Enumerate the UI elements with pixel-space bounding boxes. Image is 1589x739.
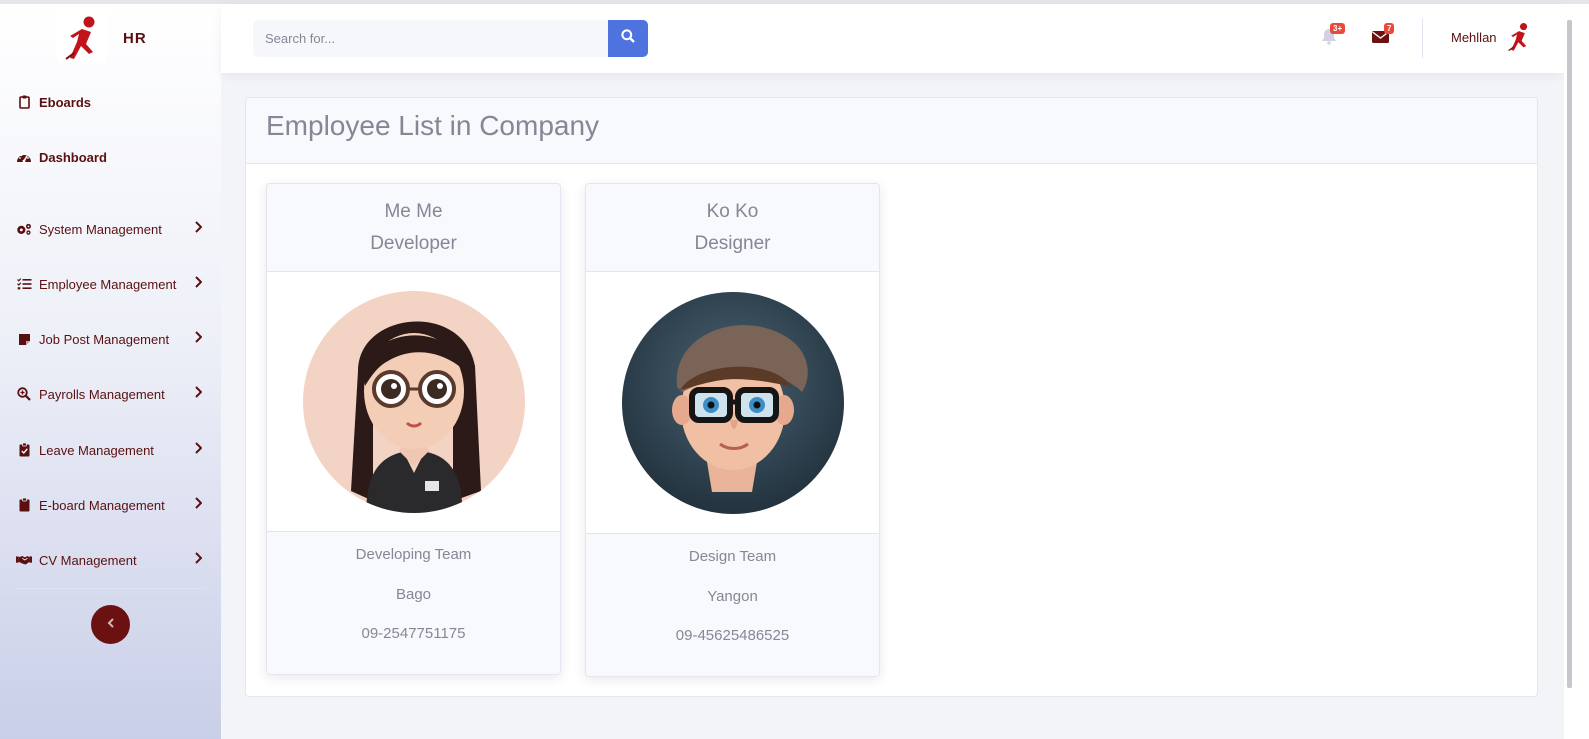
card-footer: Design Team Yangon 09-45625486525	[586, 534, 879, 676]
sidebar-item-eboards[interactable]: Eboards	[16, 91, 206, 113]
search-form	[253, 20, 648, 57]
chevron-right-icon	[194, 221, 203, 236]
chevron-right-icon	[194, 497, 203, 512]
chevron-right-icon	[194, 331, 203, 346]
handshake-icon	[16, 552, 32, 568]
chevron-right-icon	[194, 276, 203, 291]
card-image-area	[267, 272, 560, 532]
card-header: Ko Ko Designer	[586, 184, 879, 272]
sidebar-item-label: E-board Management	[39, 497, 165, 513]
sticky-note-icon	[16, 331, 32, 347]
employee-card[interactable]: Me Me Developer Developing Team Bago 09-…	[266, 183, 561, 675]
sidebar-item-label: Leave Management	[39, 442, 154, 458]
employee-location: Yangon	[707, 587, 758, 605]
sidebar-item-cv-management[interactable]: CV Management	[16, 549, 206, 571]
sidebar-item-label: Employee Management	[39, 276, 177, 292]
employee-team: Design Team	[688, 548, 777, 565]
card-header: Me Me Developer	[267, 184, 560, 272]
sidebar-item-eboard-management[interactable]: E-board Management	[16, 494, 206, 516]
brand-logo	[57, 13, 107, 63]
sidebar-item-label: Dashboard	[39, 149, 107, 165]
employee-phone: 09-2547751175	[361, 625, 466, 642]
chevron-right-icon	[194, 386, 203, 401]
sidebar-item-system-management[interactable]: System Management	[16, 218, 206, 240]
tasks-icon	[16, 276, 32, 292]
scrollbar-thumb[interactable]	[1567, 20, 1572, 688]
clipboard-solid-icon	[16, 497, 32, 513]
employee-team: Developing Team	[355, 546, 472, 563]
clipboard-icon	[16, 94, 32, 110]
employee-name: Ko Ko	[706, 201, 759, 222]
card-image-area	[586, 272, 879, 534]
runner-avatar-icon	[1508, 23, 1528, 52]
topbar: 3+ 7 Mehllan	[221, 4, 1564, 73]
card-footer: Developing Team Bago 09-2547751175	[267, 532, 560, 674]
employee-avatar	[302, 290, 525, 513]
sidebar-toggle-button[interactable]	[91, 605, 130, 644]
brand-title: HR	[123, 29, 147, 47]
search-input[interactable]	[253, 20, 608, 57]
user-name[interactable]: Mehllan	[1451, 30, 1497, 45]
search-button[interactable]	[608, 20, 648, 57]
messages-button[interactable]: 7	[1372, 23, 1395, 48]
page-title: Employee List in Company	[266, 110, 600, 141]
sidebar-item-label: Eboards	[39, 94, 92, 110]
sidebar-divider	[16, 588, 206, 589]
chevron-left-icon	[107, 616, 115, 634]
user-avatar[interactable]	[1506, 22, 1532, 52]
employee-list-panel: Employee List in Company Me Me Developer	[245, 97, 1538, 697]
search-icon	[621, 29, 635, 48]
tachometer-icon	[16, 149, 32, 165]
sidebar-item-label: System Management	[39, 221, 162, 237]
sidebar-item-employee-management[interactable]: Employee Management	[16, 273, 206, 295]
sidebar-item-label: CV Management	[39, 552, 137, 568]
sidebar-item-job-post-management[interactable]: Job Post Management	[16, 328, 206, 350]
employee-location: Bago	[395, 585, 432, 603]
employee-avatar	[621, 291, 844, 514]
sidebar-item-label: Job Post Management	[39, 331, 170, 347]
girl-avatar-icon	[302, 290, 525, 513]
employee-position: Designer	[694, 233, 771, 254]
boy-avatar-icon	[621, 291, 844, 514]
chevron-right-icon	[194, 552, 203, 567]
employee-card[interactable]: Ko Ko Designer Design Team Yangon 09-456…	[585, 183, 880, 677]
panel-header: Employee List in Company	[246, 98, 1537, 164]
cogs-icon	[16, 221, 32, 237]
sidebar-item-leave-management[interactable]: Leave Management	[16, 439, 206, 461]
clipboard-check-icon	[16, 442, 32, 458]
employee-position: Developer	[370, 233, 457, 254]
chevron-right-icon	[194, 442, 203, 457]
sidebar-item-payrolls-management[interactable]: Payrolls Management	[16, 383, 206, 405]
runner-logo-icon	[65, 16, 95, 60]
sidebar: HR Eboards Dashboard System Management E…	[0, 4, 221, 739]
scrollbar[interactable]	[1564, 4, 1589, 739]
sidebar-brand[interactable]: HR	[57, 13, 147, 63]
employee-name: Me Me	[384, 201, 443, 222]
search-plus-icon	[16, 386, 32, 402]
alerts-badge: 3+	[1330, 23, 1346, 34]
topbar-divider	[1422, 18, 1423, 58]
employee-phone: 09-45625486525	[675, 627, 790, 644]
sidebar-item-dashboard[interactable]: Dashboard	[16, 146, 206, 168]
messages-badge: 7	[1384, 23, 1395, 34]
alerts-button[interactable]: 3+	[1321, 23, 1346, 48]
sidebar-item-label: Payrolls Management	[39, 386, 165, 402]
